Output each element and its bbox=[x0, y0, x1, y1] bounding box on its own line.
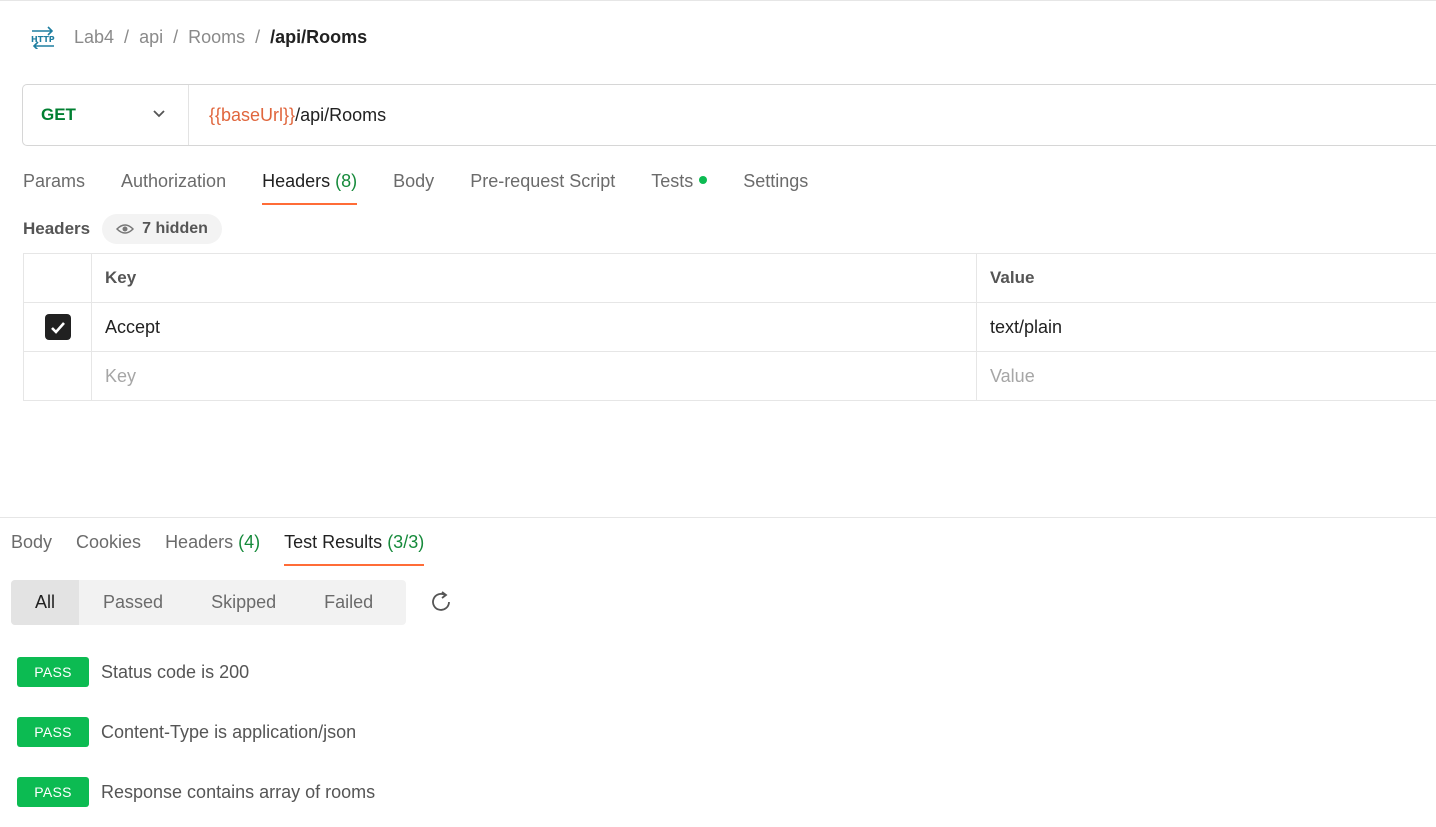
breadcrumb-item-lab4[interactable]: Lab4 bbox=[74, 27, 114, 48]
response-divider[interactable] bbox=[0, 517, 1436, 518]
tab-count: (3/3) bbox=[387, 532, 425, 552]
test-results-filter: All Passed Skipped Failed bbox=[11, 580, 406, 625]
tab-label: Settings bbox=[743, 171, 809, 191]
tab-headers[interactable]: Headers (8) bbox=[262, 166, 358, 206]
tab-body[interactable]: Body bbox=[393, 166, 434, 206]
tab-cookies[interactable]: Cookies bbox=[76, 527, 141, 567]
breadcrumb: HTTP Lab4 / api / Rooms / /api/Rooms bbox=[28, 22, 367, 52]
tab-label: Headers bbox=[262, 171, 331, 191]
table-header-row: Key Value bbox=[23, 253, 1436, 303]
hidden-headers-label: 7 hidden bbox=[142, 220, 208, 237]
headers-title: Headers bbox=[23, 219, 91, 238]
url-variable: {{baseUrl}} bbox=[209, 104, 296, 125]
test-name: Content-Type is application/json bbox=[101, 721, 357, 742]
headers-table: Key Value Accept text/plain Key Value bbox=[23, 253, 1436, 401]
check-icon bbox=[50, 321, 65, 334]
url-path: /api/Rooms bbox=[295, 104, 387, 125]
filter-failed[interactable]: Failed bbox=[300, 580, 397, 625]
headers-toolbar: Headers 7 hidden bbox=[23, 214, 222, 244]
tab-test-results[interactable]: Test Results (3/3) bbox=[284, 527, 425, 567]
tab-label: Body bbox=[11, 532, 53, 552]
tab-label: Tests bbox=[651, 171, 694, 191]
tab-label: Body bbox=[393, 171, 435, 191]
tab-label: Authorization bbox=[121, 171, 227, 191]
tests-indicator-dot-icon bbox=[699, 176, 708, 185]
refresh-icon[interactable] bbox=[428, 589, 454, 615]
method-dropdown[interactable]: GET bbox=[23, 85, 189, 145]
header-value-cell[interactable]: text/plain bbox=[976, 302, 1436, 352]
pass-badge: PASS bbox=[17, 657, 89, 687]
breadcrumb-separator: / bbox=[173, 26, 179, 47]
test-name: Response contains array of rooms bbox=[101, 781, 376, 802]
new-header-key-input[interactable]: Key bbox=[91, 351, 977, 401]
breadcrumb-item-rooms[interactable]: Rooms bbox=[188, 27, 245, 48]
filter-all[interactable]: All bbox=[11, 580, 80, 625]
filter-skipped[interactable]: Skipped bbox=[187, 580, 300, 625]
tab-tests[interactable]: Tests bbox=[651, 166, 708, 206]
tab-authorization[interactable]: Authorization bbox=[121, 166, 226, 206]
tab-pre-request-script[interactable]: Pre-request Script bbox=[470, 166, 615, 206]
tab-label: Params bbox=[23, 171, 86, 191]
tab-label: Headers bbox=[165, 532, 234, 552]
header-key-cell[interactable]: Accept bbox=[91, 302, 977, 352]
column-header-value: Value bbox=[976, 253, 1436, 303]
tab-count: (4) bbox=[238, 532, 261, 552]
tab-settings[interactable]: Settings bbox=[743, 166, 808, 206]
pass-badge: PASS bbox=[17, 717, 89, 747]
tab-response-headers[interactable]: Headers (4) bbox=[165, 527, 260, 567]
test-result-item: PASS Status code is 200 bbox=[17, 656, 249, 688]
row-check-cell bbox=[23, 302, 92, 352]
row-check-cell bbox=[23, 351, 92, 401]
tab-label: Pre-request Script bbox=[470, 171, 616, 191]
test-result-item: PASS Content-Type is application/json bbox=[17, 716, 356, 748]
breadcrumb-current-request[interactable]: /api/Rooms bbox=[270, 27, 367, 48]
pass-badge: PASS bbox=[17, 777, 89, 807]
chevron-down-icon bbox=[152, 106, 166, 124]
tab-label: Cookies bbox=[76, 532, 142, 552]
breadcrumb-separator: / bbox=[124, 26, 130, 47]
top-border bbox=[0, 0, 1436, 1]
tab-response-body[interactable]: Body bbox=[11, 527, 52, 567]
header-enabled-checkbox[interactable] bbox=[44, 314, 71, 340]
method-label: GET bbox=[41, 105, 76, 124]
tab-count: (8) bbox=[335, 171, 358, 191]
test-result-item: PASS Response contains array of rooms bbox=[17, 776, 375, 808]
table-row-new: Key Value bbox=[23, 351, 1436, 401]
url-input[interactable]: {{baseUrl}}/api/Rooms bbox=[189, 105, 386, 126]
breadcrumb-separator: / bbox=[255, 26, 261, 47]
test-name: Status code is 200 bbox=[101, 661, 250, 682]
svg-text:HTTP: HTTP bbox=[31, 35, 55, 44]
column-header-key: Key bbox=[91, 253, 977, 303]
http-icon: HTTP bbox=[28, 23, 58, 51]
request-tabs: Params Authorization Headers (8) Body Pr… bbox=[23, 166, 844, 206]
table-header-check-cell bbox=[23, 253, 92, 303]
eye-icon bbox=[116, 224, 135, 234]
url-bar: GET {{baseUrl}}/api/Rooms bbox=[22, 84, 1436, 146]
tab-label: Test Results bbox=[284, 532, 383, 552]
response-tabs: Body Cookies Headers (4) Test Results (3… bbox=[11, 527, 448, 567]
tab-params[interactable]: Params bbox=[23, 166, 85, 206]
table-row: Accept text/plain bbox=[23, 302, 1436, 352]
breadcrumb-item-api[interactable]: api bbox=[139, 27, 163, 48]
new-header-value-input[interactable]: Value bbox=[976, 351, 1436, 401]
hidden-headers-toggle[interactable]: 7 hidden bbox=[102, 214, 222, 244]
filter-passed[interactable]: Passed bbox=[79, 580, 187, 625]
